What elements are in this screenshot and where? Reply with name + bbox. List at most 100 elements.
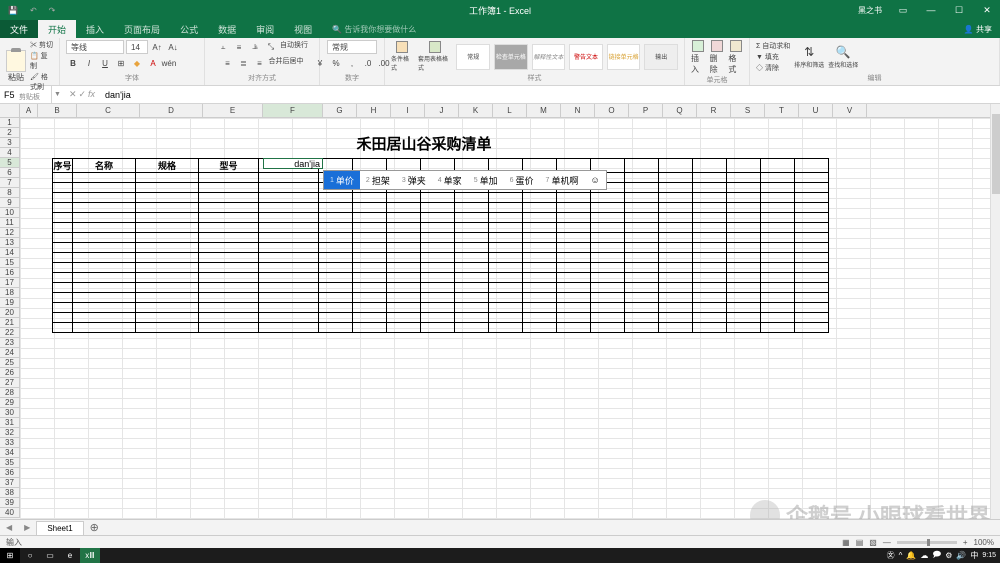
- share-button[interactable]: 👤 共享: [956, 24, 1000, 35]
- table-cell[interactable]: [136, 283, 199, 293]
- table-cell[interactable]: [489, 213, 523, 223]
- row-header-37[interactable]: 37: [0, 478, 20, 488]
- table-cell[interactable]: [557, 303, 591, 313]
- sheet-title[interactable]: 禾田居山谷采购清单: [52, 128, 796, 158]
- col-header-N[interactable]: N: [561, 104, 595, 117]
- table-cell[interactable]: [73, 263, 136, 273]
- row-header-24[interactable]: 24: [0, 348, 20, 358]
- table-cell[interactable]: [53, 253, 73, 263]
- tray-icon[interactable]: 🗩: [932, 549, 941, 563]
- table-cell[interactable]: [795, 183, 829, 193]
- table-cell[interactable]: [353, 203, 387, 213]
- row-header-38[interactable]: 38: [0, 488, 20, 498]
- cancel-formula-icon[interactable]: ✕: [69, 89, 77, 100]
- table-cell[interactable]: [727, 243, 761, 253]
- table-cell[interactable]: [727, 173, 761, 183]
- active-cell[interactable]: dan'jia: [263, 158, 323, 169]
- tray-icon[interactable]: ⚙: [945, 551, 952, 560]
- table-cell[interactable]: [693, 233, 727, 243]
- table-cell[interactable]: [455, 263, 489, 273]
- table-cell[interactable]: [353, 243, 387, 253]
- tray-icon[interactable]: 🔔: [906, 551, 916, 560]
- wrap-text-button[interactable]: 自动换行: [280, 40, 308, 54]
- conditional-format-button[interactable]: 条件格式: [391, 41, 414, 72]
- ribbon-toggle-icon[interactable]: ▭: [890, 0, 916, 20]
- table-cell[interactable]: [523, 253, 557, 263]
- row-header-5[interactable]: 5: [0, 158, 20, 168]
- align-top-icon[interactable]: ⫠: [216, 40, 230, 54]
- table-cell[interactable]: [455, 283, 489, 293]
- name-box[interactable]: F5: [0, 86, 52, 104]
- table-cell[interactable]: [319, 233, 353, 243]
- table-header-cell[interactable]: [693, 159, 727, 173]
- table-cell[interactable]: [199, 323, 259, 333]
- table-cell[interactable]: [489, 223, 523, 233]
- table-cell[interactable]: [319, 283, 353, 293]
- table-cell[interactable]: [727, 213, 761, 223]
- table-cell[interactable]: [693, 193, 727, 203]
- table-cell[interactable]: [659, 243, 693, 253]
- table-cell[interactable]: [761, 183, 795, 193]
- table-cell[interactable]: [259, 273, 319, 283]
- table-cell[interactable]: [199, 233, 259, 243]
- table-header-cell[interactable]: 型号: [199, 159, 259, 173]
- table-cell[interactable]: [659, 273, 693, 283]
- table-cell[interactable]: [259, 213, 319, 223]
- col-header-I[interactable]: I: [391, 104, 425, 117]
- row-header-33[interactable]: 33: [0, 438, 20, 448]
- table-cell[interactable]: [795, 283, 829, 293]
- table-cell[interactable]: [727, 183, 761, 193]
- table-cell[interactable]: [625, 263, 659, 273]
- row-header-39[interactable]: 39: [0, 498, 20, 508]
- table-cell[interactable]: [53, 273, 73, 283]
- table-cell[interactable]: [53, 203, 73, 213]
- table-cell[interactable]: [199, 193, 259, 203]
- table-cell[interactable]: [353, 223, 387, 233]
- table-cell[interactable]: [53, 243, 73, 253]
- table-cell[interactable]: [199, 283, 259, 293]
- table-cell[interactable]: [136, 243, 199, 253]
- maximize-button[interactable]: ☐: [946, 0, 972, 20]
- row-header-9[interactable]: 9: [0, 198, 20, 208]
- table-cell[interactable]: [693, 173, 727, 183]
- table-cell[interactable]: [53, 183, 73, 193]
- table-cell[interactable]: [489, 253, 523, 263]
- number-format-select[interactable]: 常规: [327, 40, 377, 54]
- table-cell[interactable]: [795, 253, 829, 263]
- ime-candidate[interactable]: 6蛋价: [504, 171, 540, 189]
- user-name[interactable]: 黑之书: [852, 5, 888, 16]
- ime-candidate-bar[interactable]: 1单价2担架3弹夹4单家5单加6蛋价7单机啊☺: [323, 170, 607, 190]
- table-cell[interactable]: [795, 263, 829, 273]
- table-cell[interactable]: [591, 213, 625, 223]
- table-cell[interactable]: [489, 203, 523, 213]
- table-cell[interactable]: [761, 273, 795, 283]
- table-cell[interactable]: [53, 283, 73, 293]
- table-cell[interactable]: [353, 253, 387, 263]
- table-cell[interactable]: [455, 253, 489, 263]
- table-cell[interactable]: [625, 283, 659, 293]
- tray-icon[interactable]: 中: [970, 550, 978, 561]
- table-cell[interactable]: [591, 193, 625, 203]
- table-cell[interactable]: [693, 323, 727, 333]
- fill-button[interactable]: ▼ 填充: [756, 52, 790, 62]
- table-cell[interactable]: [557, 263, 591, 273]
- table-cell[interactable]: [693, 303, 727, 313]
- table-cell[interactable]: [727, 193, 761, 203]
- table-cell[interactable]: [693, 273, 727, 283]
- underline-button[interactable]: U: [98, 56, 112, 70]
- col-header-M[interactable]: M: [527, 104, 561, 117]
- table-header-cell[interactable]: 序号: [53, 159, 73, 173]
- table-cell[interactable]: [259, 323, 319, 333]
- table-header-cell[interactable]: [795, 159, 829, 173]
- table-cell[interactable]: [53, 213, 73, 223]
- table-cell[interactable]: [136, 253, 199, 263]
- row-header-12[interactable]: 12: [0, 228, 20, 238]
- table-header-cell[interactable]: [727, 159, 761, 173]
- table-cell[interactable]: [199, 293, 259, 303]
- row-header-30[interactable]: 30: [0, 408, 20, 418]
- table-cell[interactable]: [73, 213, 136, 223]
- taskbar-app-icon[interactable]: e: [60, 548, 80, 563]
- table-cell[interactable]: [259, 233, 319, 243]
- table-cell[interactable]: [319, 273, 353, 283]
- table-cell[interactable]: [693, 283, 727, 293]
